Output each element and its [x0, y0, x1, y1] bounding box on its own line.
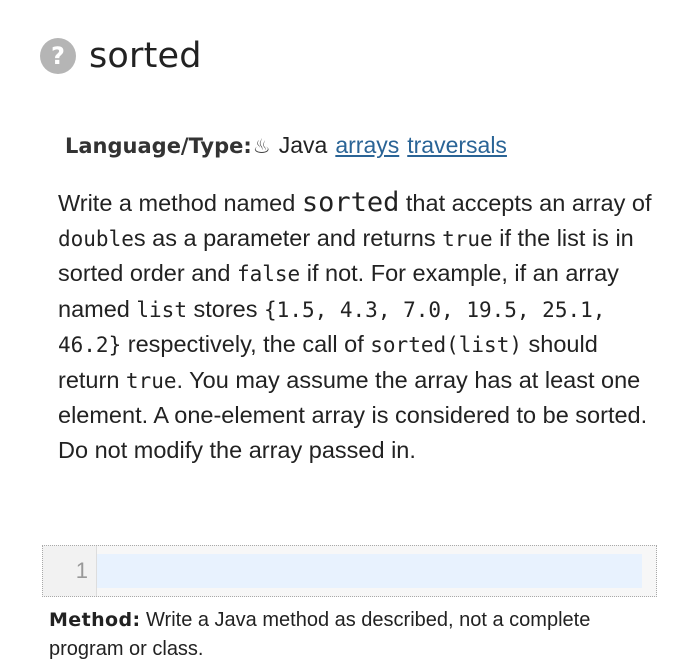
language-type-label: Language/Type: — [65, 134, 252, 158]
inline-code: double — [58, 226, 134, 251]
description-text: Write a method named — [58, 190, 302, 216]
problem-description: Write a method named sorted that accepts… — [58, 186, 658, 467]
method-name-code: sorted — [301, 187, 400, 218]
method-hint: Method: Write a Java method as described… — [49, 606, 649, 664]
language-type-row: Language/Type: ♨ Java arrays traversals — [65, 132, 515, 159]
java-icon: ♨ — [252, 136, 271, 158]
description-text: s as a parameter and returns — [133, 224, 443, 251]
code-editor[interactable]: 1 — [42, 545, 657, 597]
line-number-gutter: 1 — [43, 546, 97, 596]
problem-header: ? sorted — [40, 36, 202, 76]
inline-code: true — [125, 368, 177, 393]
editor-input-line[interactable] — [97, 554, 642, 588]
help-icon[interactable]: ? — [40, 38, 76, 74]
inline-code: true — [442, 226, 493, 251]
tag-link-arrays[interactable]: arrays — [335, 132, 399, 159]
language-name: Java — [278, 132, 328, 158]
tag-link-traversals[interactable]: traversals — [407, 132, 507, 159]
description-text: that accepts an array of — [399, 190, 652, 216]
inline-code: list — [136, 297, 187, 322]
line-number: 1 — [75, 558, 88, 583]
problem-title: sorted — [89, 36, 202, 76]
inline-code: false — [236, 262, 301, 286]
description-text: stores — [186, 295, 265, 322]
hint-label: Method: — [49, 609, 141, 631]
description-text: respectively, the call of — [121, 331, 371, 357]
inline-code: sorted(list) — [370, 333, 522, 357]
